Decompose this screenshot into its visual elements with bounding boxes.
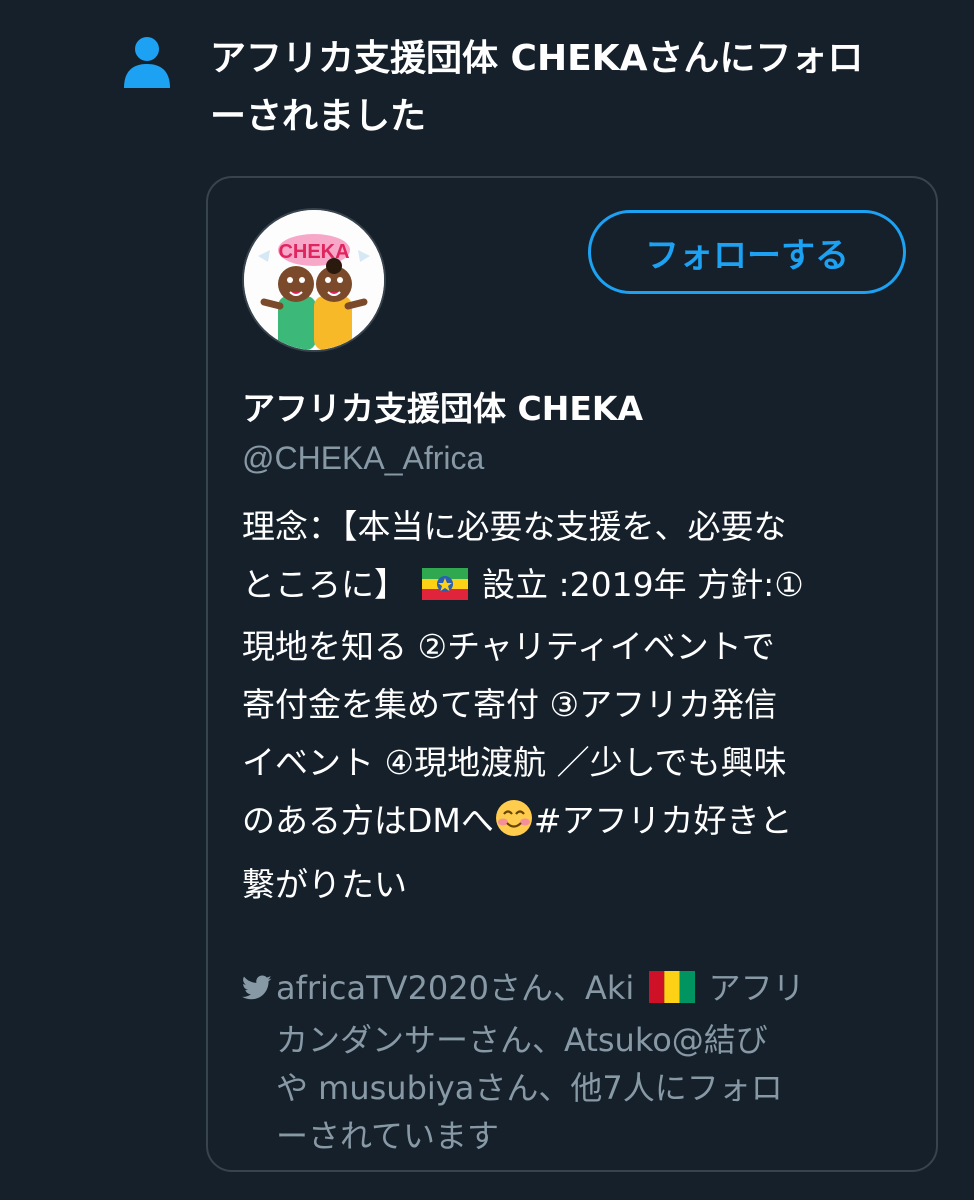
- notification-text: アフリカ支援団体 CHEKAさんにフォロ ーされました: [210, 30, 930, 146]
- profile-bio: 理念：【本当に必要な支援を、必要な ところに】 設立 :2019年 方針:① 現…: [242, 498, 916, 914]
- bio-line: イベント ④現地渡航 ／少しでも興味: [242, 743, 787, 782]
- bio-line: 理念：【本当に必要な支援を、必要な: [242, 507, 787, 546]
- bio-line: ところに】 設立 :2019年 方針:①: [242, 556, 916, 618]
- followed-by-text: africaTV2020さん、Aki: [276, 969, 635, 1007]
- user-card[interactable]: CHEKA フォローする アフリカ支援団体 CHEKA @CHEKA_Afric…: [206, 176, 938, 1172]
- bio-line: 現地を知る ②チャリティイベントで: [242, 627, 775, 666]
- user-handle[interactable]: @CHEKA_Africa: [242, 440, 484, 477]
- bio-line: のある方はDMへ #アフリカ好きと: [242, 792, 916, 856]
- followed-by-line: africaTV2020さん、Aki アフリ: [242, 964, 916, 1016]
- hashtag-link[interactable]: #アフリカ好きと: [534, 801, 793, 840]
- followed-by-text: アフリ: [708, 969, 805, 1007]
- bio-line: 寄付金を集めて寄付 ③アフリカ発信: [242, 685, 778, 724]
- notification-icon: [122, 34, 172, 90]
- avatar[interactable]: CHEKA: [242, 208, 386, 352]
- guinea-flag-icon: [648, 968, 695, 1016]
- smiling-face-emoji-icon: [494, 798, 534, 856]
- bio-text: ところに】: [242, 565, 407, 604]
- followed-by-line: や musubiyaさん、他7人にフォロ: [276, 1069, 783, 1107]
- notification-line-2: ーされました: [210, 96, 427, 137]
- bio-line[interactable]: 繋がりたい: [242, 856, 916, 914]
- followed-by-line: カンダンサーさん、Atsuko@結び: [276, 1021, 768, 1059]
- display-name[interactable]: アフリカ支援団体 CHEKA: [242, 382, 643, 430]
- bio-text: のある方はDMへ: [242, 801, 494, 840]
- cheka-logo-image: CHEKA: [244, 210, 384, 350]
- ethiopia-flag-icon: [421, 560, 468, 618]
- notification-line-1: アフリカ支援団体 CHEKAさんにフォロ: [210, 38, 864, 79]
- bio-text: 設立 :2019年 方針:①: [482, 565, 804, 604]
- followed-by-section[interactable]: africaTV2020さん、Aki アフリ カンダンサーさん、Atsuko@結…: [242, 964, 916, 1160]
- followed-by-line: ーされています: [276, 1117, 500, 1155]
- twitter-bird-icon: [242, 966, 272, 1014]
- person-icon: [124, 37, 170, 88]
- follow-button[interactable]: フォローする: [588, 210, 906, 294]
